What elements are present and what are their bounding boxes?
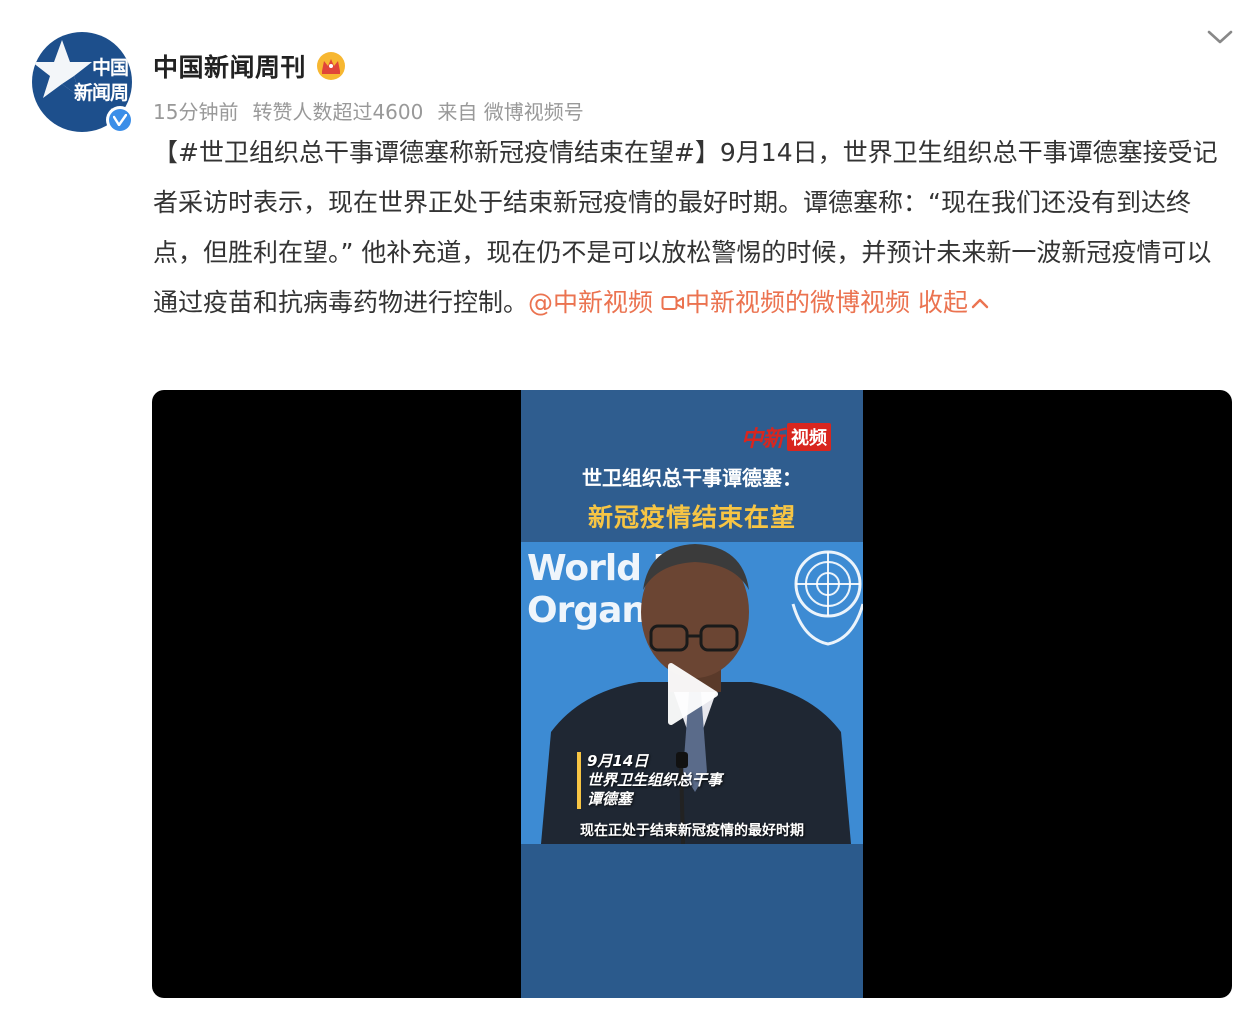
- video-headline-1: 世卫组织总干事谭德塞：: [582, 466, 802, 490]
- more-options-button[interactable]: [1204, 24, 1236, 50]
- post-source[interactable]: 来自 微博视频号: [437, 96, 583, 125]
- video-subtitle: 现在正处于结束新冠疫情的最好时期: [580, 823, 804, 839]
- video-headline-2: 新冠疫情结束在望: [587, 503, 796, 532]
- likes-count: 转赞人数超过4600: [252, 99, 424, 124]
- meta-row: 15分钟前 转赞人数超过4600 来自 微博视频号: [153, 96, 584, 124]
- play-icon: [668, 663, 718, 725]
- video-bottom-area: [521, 844, 863, 998]
- video-link[interactable]: 中新视频的微博视频: [661, 288, 910, 317]
- caption-title: 世界卫生组织总干事: [587, 771, 723, 789]
- verified-badge: [106, 106, 134, 134]
- chevron-up-icon: [971, 298, 989, 309]
- author-row: 中国新闻周刊: [153, 46, 346, 86]
- author-name[interactable]: 中国新闻周刊: [153, 48, 306, 84]
- verified-v-icon: [113, 114, 127, 126]
- caption-name: 谭德塞: [587, 790, 633, 808]
- video-title-area: 中新 视频 世卫组织总干事谭德塞： 新冠疫情结束在望: [521, 390, 863, 542]
- collapse-button[interactable]: 收起: [918, 288, 990, 317]
- mention-link[interactable]: @中新视频: [528, 288, 653, 317]
- collapse-label: 收起: [917, 288, 968, 317]
- play-button[interactable]: [647, 654, 727, 734]
- logo-tag: 视频: [787, 423, 831, 451]
- chevron-down-icon: [1207, 30, 1233, 44]
- video-camera-icon: [661, 296, 684, 310]
- post-time[interactable]: 15分钟前: [153, 96, 238, 125]
- crown-icon[interactable]: [316, 51, 346, 81]
- post-text: 【#世卫组织总干事谭德塞称新冠疫情结束在望#】9月14日，世界卫生组织总干事谭德…: [153, 128, 1231, 328]
- speaker-caption: 9月14日 世界卫生组织总干事 谭德塞: [577, 752, 722, 809]
- avatar-text-line1: 中国: [91, 57, 129, 79]
- topic-hashtag[interactable]: 【#世卫组织总干事谭德塞称新冠疫情结束在望#】: [153, 138, 720, 167]
- video-link-label: 中新视频的微博视频: [684, 288, 910, 317]
- caption-date: 9月14日: [587, 752, 649, 770]
- video-player[interactable]: 中新 视频 世卫组织总干事谭德塞： 新冠疫情结束在望 World H Organ…: [152, 390, 1232, 998]
- chinanews-video-logo: 中新 视频: [741, 422, 831, 452]
- weibo-post-card: 中国 新闻周刊 中国新闻周刊 15分钟前 转赞人数超过4600 来自 微博视频号: [0, 0, 1254, 1012]
- logo-script: 中新: [740, 426, 784, 452]
